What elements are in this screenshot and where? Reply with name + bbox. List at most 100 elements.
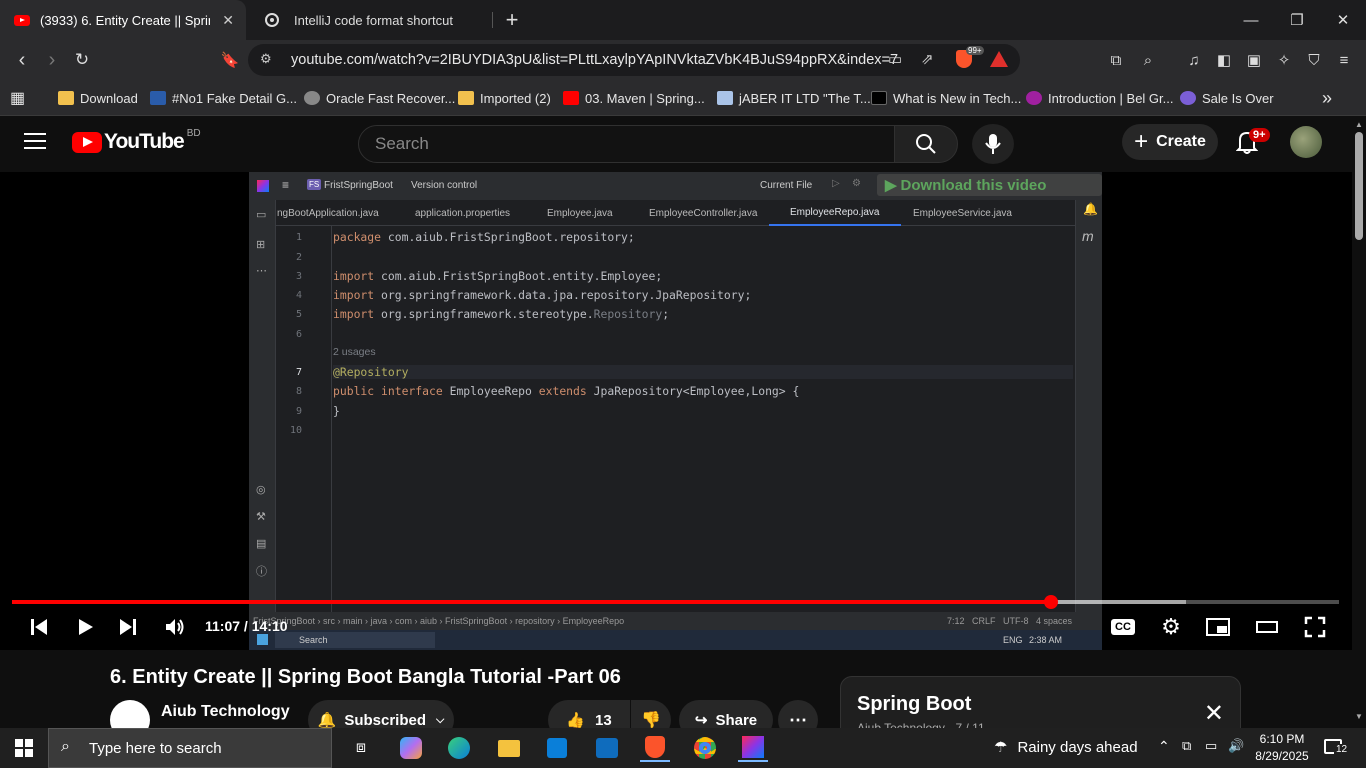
seek-bar[interactable]: [12, 595, 1339, 609]
tab-intellij-shortcut[interactable]: IntelliJ code format shortcut: [256, 0, 492, 40]
bookmark-item[interactable]: Oracle Fast Recover...: [304, 88, 455, 108]
mute-button[interactable]: [160, 612, 190, 642]
search-button[interactable]: [894, 125, 958, 163]
fullscreen-button[interactable]: [1300, 612, 1330, 642]
scrubber-handle[interactable]: [1044, 595, 1059, 609]
outlook-app[interactable]: [592, 734, 622, 762]
bookmark-item[interactable]: 03. Maven | Spring...: [563, 88, 705, 108]
tray-overflow-icon[interactable]: ⌃: [1158, 738, 1170, 755]
close-playlist-button[interactable]: ✕: [1204, 699, 1224, 728]
share-icon[interactable]: ⇗: [921, 50, 934, 68]
brave-app[interactable]: [640, 734, 670, 762]
back-arrow-icon: ‹: [18, 48, 26, 71]
bookmark-item[interactable]: #No1 Fake Detail G...: [150, 88, 297, 108]
bookmark-label: #No1 Fake Detail G...: [172, 90, 297, 106]
notification-center-button[interactable]: 12: [1322, 736, 1352, 760]
play-button[interactable]: [70, 612, 100, 642]
search-input[interactable]: Search: [358, 125, 895, 163]
services-icon: ◎: [256, 484, 266, 496]
chrome-app[interactable]: [690, 734, 720, 762]
captions-button[interactable]: CC: [1108, 612, 1138, 642]
minimize-button[interactable]: —: [1228, 0, 1274, 40]
tab-search-icon[interactable]: ⌕: [1136, 48, 1160, 72]
menu-icon[interactable]: ≡: [1332, 48, 1356, 72]
voice-search-button[interactable]: [972, 124, 1014, 164]
speaker-icon[interactable]: 🔊: [1228, 738, 1244, 754]
ide-editor-tabs: ngBootApplication.java application.prope…: [249, 200, 1102, 226]
bookmark-button[interactable]: 🔖: [214, 40, 246, 80]
more-bookmarks-button[interactable]: »: [1322, 88, 1332, 108]
next-icon: [120, 619, 136, 635]
settings-button[interactable]: ⚙: [1156, 612, 1186, 642]
next-button[interactable]: [113, 612, 143, 642]
bookmark-item[interactable]: Introduction | Bel Gr...: [1026, 88, 1174, 108]
code-token: extends: [538, 384, 594, 398]
task-view-button[interactable]: ⧈: [346, 734, 376, 762]
scrollbar-thumb[interactable]: [1355, 132, 1363, 240]
avatar[interactable]: [1290, 126, 1322, 158]
restore-button[interactable]: ❐: [1274, 0, 1320, 40]
bookmark-item[interactable]: Download: [58, 88, 138, 108]
copilot-icon: [400, 737, 422, 759]
cast-icon[interactable]: ▭: [888, 50, 902, 68]
close-tab-icon[interactable]: ✕: [222, 12, 234, 29]
file-explorer-app[interactable]: [494, 734, 524, 762]
folder-icon: [58, 91, 74, 105]
extensions-icon[interactable]: ⧉: [1104, 48, 1128, 72]
back-button[interactable]: ‹: [6, 40, 38, 80]
tab-youtube[interactable]: (3933) 6. Entity Create || Spring B ✕: [0, 0, 246, 40]
line-number: 8: [295, 386, 302, 397]
store-app[interactable]: [542, 734, 572, 762]
forward-arrow-icon: ›: [48, 48, 56, 71]
bookmark-item[interactable]: Imported (2): [458, 88, 551, 108]
create-button[interactable]: + Create: [1122, 124, 1218, 160]
site-info-icon[interactable]: ⚙: [260, 51, 272, 67]
intellij-app[interactable]: [738, 734, 768, 762]
url-field[interactable]: ⚙ youtube.com/watch?v=2IBUYDIA3pU&list=P…: [248, 44, 1020, 76]
wallet-icon[interactable]: ▣: [1242, 48, 1266, 72]
share-arrow-icon: ↪: [694, 712, 708, 729]
youtube-logo[interactable]: YouTube BD: [72, 128, 201, 154]
scroll-down-arrow-icon[interactable]: ▼: [1355, 712, 1363, 721]
edge-app[interactable]: [444, 734, 474, 762]
project-name: FristSpringBoot: [324, 180, 393, 191]
vpn-icon[interactable]: ⛉: [1302, 48, 1326, 72]
theater-mode-button[interactable]: [1252, 612, 1282, 642]
network-icon[interactable]: ▭: [1205, 738, 1217, 754]
page-scrollbar[interactable]: ▲ ▼: [1352, 116, 1366, 728]
new-tab-button[interactable]: +: [500, 6, 524, 34]
windows-search-input[interactable]: ⌕ Type here to search: [48, 728, 332, 768]
close-icon: ✕: [1203, 700, 1224, 727]
bookmark-item[interactable]: What is New in Tech...: [871, 88, 1021, 108]
chevron-right-icon: »: [1322, 87, 1333, 108]
meet-icon[interactable]: ⧉: [1182, 738, 1191, 754]
media-icon[interactable]: ♫: [1182, 48, 1206, 72]
playlist-title[interactable]: Spring Boot: [857, 693, 971, 716]
scroll-up-arrow-icon[interactable]: ▲: [1355, 120, 1363, 129]
windows-taskbar: ⌕ Type here to search ⧈ ☂ Rainy days ahe…: [0, 728, 1366, 768]
hamburger-menu-button[interactable]: [24, 132, 46, 150]
bookmark-item[interactable]: Sale Is Over: [1180, 88, 1274, 108]
debug-icon: ⚙: [852, 178, 861, 189]
clock-date: 8/29/2025: [1255, 749, 1309, 763]
code-line: }: [333, 404, 340, 418]
previous-button[interactable]: [24, 612, 54, 642]
chevron-down-icon: ⌵: [436, 713, 445, 726]
miniplayer-button[interactable]: [1203, 612, 1233, 642]
copilot-app[interactable]: [396, 734, 426, 762]
reload-button[interactable]: ↻: [66, 40, 98, 80]
line-number: 4: [295, 290, 302, 301]
video-player[interactable]: ≡ FS FristSpringBoot Version control Cur…: [0, 172, 1352, 650]
weather-widget[interactable]: ☂ Rainy days ahead: [994, 738, 1138, 757]
channel-name[interactable]: Aiub Technology: [161, 703, 290, 721]
bookmark-item[interactable]: jABER IT LTD "The T...: [717, 88, 871, 108]
brave-rewards-icon[interactable]: [990, 51, 1008, 67]
bookmarks-bar: ▦ Download #No1 Fake Detail G... Oracle …: [0, 80, 1366, 116]
clock[interactable]: 6:10 PM 8/29/2025: [1254, 731, 1310, 765]
forward-button[interactable]: ›: [36, 40, 68, 80]
apps-button[interactable]: ▦: [10, 88, 25, 108]
leo-ai-icon[interactable]: ✧: [1272, 48, 1296, 72]
close-window-button[interactable]: ✕: [1320, 0, 1366, 40]
sidebar-icon[interactable]: ◧: [1212, 48, 1236, 72]
start-button[interactable]: [0, 728, 48, 768]
